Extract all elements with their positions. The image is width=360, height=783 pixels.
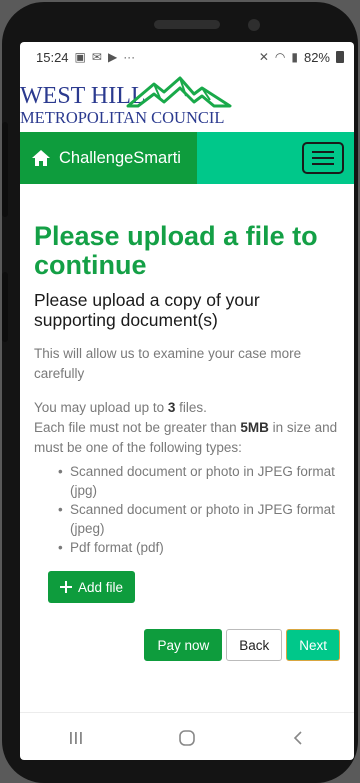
brand-link[interactable]: ChallengeSmarti [20, 132, 197, 184]
plus-icon [60, 581, 72, 593]
screen: 15:24 ▣ ✉ ▶ ··· ✕ ◠ ▮ 82% WEST HILL METR… [20, 42, 354, 760]
main-content: Please upload a file to continue Please … [20, 222, 354, 661]
signal-icon: ▮ [291, 50, 298, 64]
wifi-icon: ◠ [274, 50, 286, 64]
phone-frame: 15:24 ▣ ✉ ▶ ··· ✕ ◠ ▮ 82% WEST HILL METR… [2, 2, 358, 783]
pay-now-button[interactable]: Pay now [144, 629, 223, 661]
nav-divider [20, 712, 354, 713]
upload-limits-text: You may upload up to 3 files. Each file … [34, 400, 338, 455]
navbar: ChallengeSmarti [20, 132, 354, 184]
add-file-label: Add file [78, 579, 124, 595]
form-actions: Pay now Back Next [34, 629, 340, 661]
list-item: Scanned document or photo in JPEG format… [58, 462, 340, 500]
logo-line-2: METROPOLITAN COUNCIL [20, 108, 225, 127]
brand-name: ChallengeSmarti [59, 148, 181, 167]
play-icon: ▶ [107, 50, 118, 64]
back-button[interactable]: Back [226, 629, 283, 661]
file-types-list: Scanned document or photo in JPEG format… [34, 462, 340, 557]
home-button[interactable] [167, 729, 207, 747]
speaker-grille [154, 20, 220, 29]
mail-icon: ✉ [91, 50, 102, 64]
mountains-icon [126, 76, 232, 108]
hamburger-icon [312, 151, 334, 153]
status-bar: 15:24 ▣ ✉ ▶ ··· ✕ ◠ ▮ 82% [20, 42, 354, 72]
intro-text: This will allow us to examine your case … [34, 346, 302, 381]
file-size-limit: 5MB [240, 420, 269, 435]
page-title: Please upload a file to continue [34, 221, 318, 280]
menu-toggle-button[interactable] [302, 142, 344, 174]
power-button [2, 272, 8, 342]
gallery-icon: ▣ [74, 50, 86, 64]
more-notifications: ··· [123, 50, 136, 64]
next-button[interactable]: Next [286, 629, 340, 661]
recent-apps-button[interactable] [56, 731, 96, 745]
battery-percent: 82% [303, 49, 330, 65]
recent-apps-icon [69, 732, 82, 744]
chevron-left-icon [294, 731, 302, 745]
status-time: 15:24 [36, 49, 69, 65]
battery-icon [336, 51, 344, 63]
page-subtitle: Please upload a copy of your supporting … [34, 290, 260, 330]
list-item: Scanned document or photo in JPEG format… [58, 500, 340, 538]
system-nav-bar [20, 720, 354, 756]
council-logo[interactable]: WEST HILL METROPOLITAN COUNCIL [20, 72, 354, 132]
mute-icon: ✕ [258, 50, 269, 64]
volume-button [2, 122, 8, 217]
home-circle-icon [179, 730, 195, 746]
back-nav-button[interactable] [278, 730, 318, 746]
add-file-button[interactable]: Add file [48, 571, 136, 603]
front-camera [248, 19, 260, 31]
home-icon [32, 150, 50, 166]
list-item: Pdf format (pdf) [58, 538, 340, 557]
